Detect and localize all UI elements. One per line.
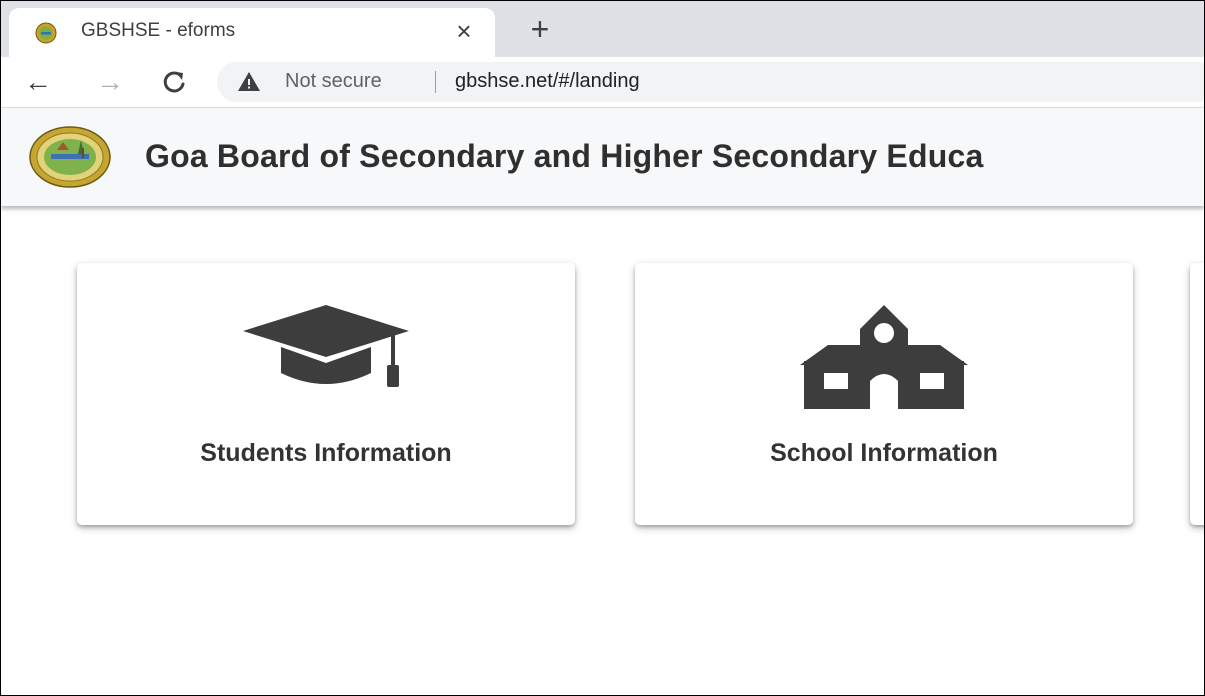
site-header: Goa Board of Secondary and Higher Second… bbox=[1, 108, 1204, 206]
site-emblem-icon bbox=[35, 22, 57, 44]
url-text[interactable]: gbshse.net/#/landing bbox=[455, 70, 640, 93]
partial-card[interactable] bbox=[1190, 263, 1204, 525]
gbshse-logo-icon bbox=[29, 126, 111, 188]
site-title: Goa Board of Secondary and Higher Second… bbox=[145, 138, 984, 174]
students-information-card[interactable]: Students Information bbox=[77, 263, 575, 525]
graduation-cap-icon bbox=[241, 303, 411, 398]
url-divider bbox=[435, 71, 436, 93]
browser-window: GBSHSE - eforms × + ← → Not secure gbshs… bbox=[0, 0, 1205, 696]
forward-arrow-icon[interactable]: → bbox=[93, 65, 127, 99]
warning-triangle-icon[interactable] bbox=[237, 70, 261, 94]
school-information-card[interactable]: School Information bbox=[635, 263, 1133, 525]
tab-strip: GBSHSE - eforms × + bbox=[1, 1, 1204, 57]
card-label: School Information bbox=[770, 439, 998, 467]
new-tab-plus-icon[interactable]: + bbox=[523, 13, 557, 47]
browser-toolbar: ← → Not secure gbshse.net/#/landing bbox=[1, 57, 1204, 108]
tab-title: GBSHSE - eforms bbox=[81, 20, 236, 41]
reload-icon[interactable] bbox=[157, 65, 191, 99]
address-bar[interactable]: Not secure gbshse.net/#/landing bbox=[217, 62, 1204, 102]
browser-tab-active[interactable]: GBSHSE - eforms × bbox=[9, 8, 495, 57]
school-building-icon bbox=[798, 303, 970, 414]
card-label: Students Information bbox=[200, 439, 452, 467]
tab-close-icon[interactable]: × bbox=[449, 16, 479, 46]
security-status-label[interactable]: Not secure bbox=[285, 70, 382, 93]
back-arrow-icon[interactable]: ← bbox=[21, 65, 55, 99]
